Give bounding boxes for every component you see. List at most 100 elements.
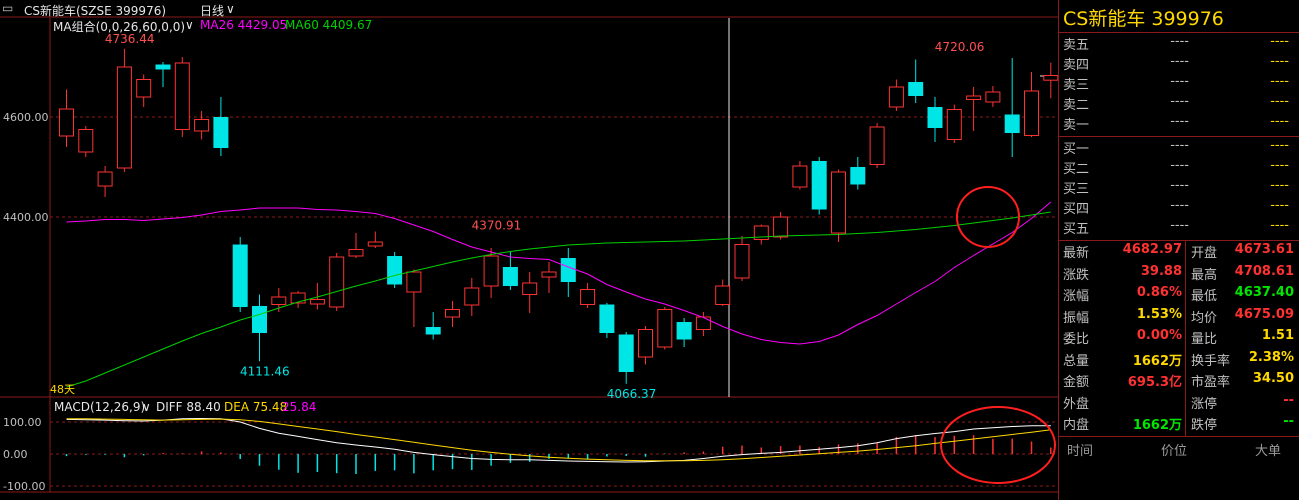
quote-value: 0.00% [1136, 328, 1182, 343]
collapse-icon[interactable]: ▭ [2, 1, 13, 15]
candle-body [425, 327, 441, 335]
bid-row[interactable]: 买四 ---- ---- [1059, 198, 1299, 218]
ma-indicator-name[interactable]: MA组合(0,0,26,60,0,0) [53, 18, 185, 35]
quote-label: 开盘 [1191, 246, 1218, 261]
bid-row[interactable]: 买三 ---- ---- [1059, 178, 1299, 198]
bid-row[interactable]: 买二 ---- ---- [1059, 158, 1299, 178]
ask-row[interactable]: 卖二 ---- ---- [1059, 94, 1299, 114]
ask-row[interactable]: 卖四 ---- ---- [1059, 54, 1299, 74]
chevron-down-icon[interactable]: ∨ [226, 2, 235, 16]
ask-row[interactable]: 卖一 ---- ---- [1059, 114, 1299, 134]
quote-label: 涨跌 [1063, 267, 1090, 283]
quote-row: 总量 1662万 换手率 2.38% [1059, 350, 1299, 370]
candle-body [927, 107, 943, 128]
chevron-down-icon[interactable]: ∨ [142, 400, 151, 414]
quote-value: 4637.40 [1234, 285, 1294, 300]
candle-body [1043, 75, 1058, 81]
chevron-down-icon[interactable]: ∨ [185, 18, 194, 32]
quote-value: 39.88 [1140, 263, 1182, 279]
candle-body [59, 108, 74, 137]
candle-body [232, 244, 248, 307]
ask-label: 卖二 [1063, 98, 1090, 113]
quote-label: 金额 [1063, 375, 1090, 390]
ask-volume: ---- [1270, 34, 1289, 49]
period-label[interactable]: 日线 [200, 2, 224, 19]
candle-body [271, 296, 287, 305]
panel-title: CS新能车 399976 [1063, 8, 1224, 30]
candle-body [522, 282, 538, 295]
ask-volume: ---- [1270, 54, 1289, 69]
bid-row[interactable]: 买五 ---- ---- [1059, 218, 1299, 238]
bid-label: 买四 [1063, 202, 1090, 217]
candle-body [946, 109, 962, 140]
ma26-line [66, 201, 1052, 345]
diff-value: DIFF 88.40 [156, 400, 221, 414]
quote-label: 振幅 [1063, 310, 1090, 326]
bid-row[interactable]: 买一 ---- ---- [1059, 138, 1299, 158]
kline-chart[interactable]: 4600.004400.00100.000.00-100.004736.4447… [0, 0, 1058, 500]
ask-label: 卖三 [1063, 78, 1090, 93]
quote-value: 1.53% [1136, 306, 1182, 322]
tab-time[interactable]: 时间 [1067, 440, 1093, 459]
chart-header: ▭ CS新能车(SZSE 399976) 日线 ∨ [0, 0, 1058, 19]
quote-label: 均价 [1191, 310, 1218, 326]
quote-label: 内盘 [1063, 418, 1090, 433]
candle-body [715, 285, 731, 305]
ask-price: ---- [1170, 94, 1189, 109]
candle-body [116, 66, 132, 169]
ask-volume: ---- [1270, 74, 1289, 89]
quote-panel: CS新能车 399976 卖五 ---- ---- 卖四 ---- ---- 卖三 ---- -… [1058, 0, 1299, 500]
ask-price: ---- [1170, 114, 1189, 129]
bid-label: 买一 [1063, 142, 1090, 157]
quote-label: 跌停 [1191, 418, 1218, 433]
quote-label: 总量 [1063, 353, 1090, 369]
quote-value: 4675.09 [1234, 306, 1294, 322]
quote-label: 最新 [1063, 246, 1090, 261]
quote-value: 1662万 [1132, 353, 1182, 369]
quote-label: 涨停 [1191, 396, 1218, 412]
tab-large-orders[interactable]: 大单 [1255, 440, 1281, 459]
bid-price: ---- [1170, 218, 1189, 233]
ask-row[interactable]: 卖五 ---- ---- [1059, 34, 1299, 54]
candle-body [309, 299, 325, 305]
quote-row: 涨跌 39.88 最高 4708.61 [1059, 264, 1299, 284]
candle-body [464, 287, 480, 306]
candle-body [1024, 90, 1039, 136]
candle-body [908, 82, 924, 96]
price-annotation: 4066.37 [607, 387, 657, 401]
ask-row[interactable]: 卖三 ---- ---- [1059, 74, 1299, 94]
macd-diff-line [66, 417, 1051, 463]
candle-body [155, 64, 171, 70]
days-label: 48天 [50, 383, 75, 396]
quote-label: 最高 [1191, 267, 1218, 283]
candle-body [502, 267, 518, 286]
tab-price-level[interactable]: 价位 [1161, 440, 1187, 459]
candle-body [618, 334, 634, 372]
ask-price: ---- [1170, 54, 1189, 69]
ask-label: 卖五 [1063, 38, 1090, 53]
candle-body [1004, 114, 1020, 133]
quote-label: 涨幅 [1063, 289, 1090, 304]
macd-indicator-name[interactable]: MACD(12,26,9) [54, 400, 145, 414]
candle-body [541, 271, 557, 278]
candle-body [78, 129, 94, 153]
bid-volume: ---- [1270, 218, 1289, 233]
ma-legend: MA组合(0,0,26,60,0,0) ∨ MA26 4429.05 MA60 … [48, 18, 548, 34]
price-annotation: 4111.46 [240, 364, 290, 378]
quote-value: 4708.61 [1234, 263, 1294, 279]
candle-body [213, 117, 229, 148]
bid-label: 买五 [1063, 222, 1090, 237]
candle-body [638, 329, 653, 358]
quote-row: 内盘 1662万 跌停 -- [1059, 414, 1299, 434]
macd-axis-label: 100.00 [3, 416, 42, 429]
quote-value: 34.50 [1252, 371, 1294, 386]
candle-body [483, 255, 499, 287]
bid-price: ---- [1170, 198, 1189, 213]
quote-row: 金额 695.3亿 市盈率 34.50 [1059, 371, 1299, 391]
price-annotation: 4720.06 [935, 40, 985, 54]
quote-value: 4673.61 [1234, 242, 1294, 257]
quote-label: 外盘 [1063, 396, 1090, 412]
quote-value: 0.86% [1136, 285, 1182, 300]
security-name[interactable]: CS新能车(SZSE 399976) [24, 2, 166, 19]
quote-label: 市盈率 [1191, 375, 1231, 390]
